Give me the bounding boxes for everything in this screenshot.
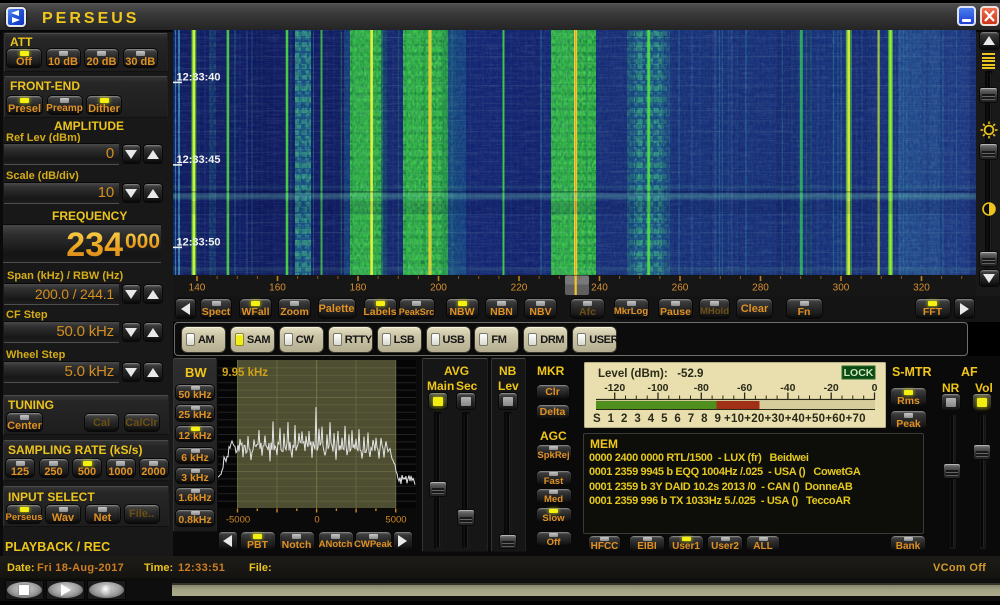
svg-text:320: 320 [913,283,930,294]
svg-text:-5000: -5000 [226,515,250,526]
svg-text:180: 180 [350,283,367,294]
svg-text:5000: 5000 [385,515,406,526]
svg-text:-120: -120 [604,382,625,394]
svg-text:12:33:45: 12:33:45 [177,154,221,166]
svg-text:280: 280 [752,283,769,294]
svg-text:9.95 kHz: 9.95 kHz [222,367,268,379]
svg-text:Level (dBm): -52.9: Level (dBm): -52.9 [598,368,703,380]
svg-text:-60: -60 [737,382,752,394]
svg-text:240: 240 [591,283,608,294]
svg-text:-80: -80 [694,382,709,394]
svg-text:12:33:50: 12:33:50 [177,237,221,249]
svg-text:260: 260 [672,283,689,294]
svg-text:-100: -100 [647,382,668,394]
svg-text:300: 300 [833,283,850,294]
svg-text:140: 140 [189,283,206,294]
svg-text:160: 160 [269,283,286,294]
svg-text:-20: -20 [824,382,839,394]
svg-text:220: 220 [511,283,528,294]
svg-text:LOCK: LOCK [844,367,874,379]
svg-text:0: 0 [314,515,319,526]
svg-text:0: 0 [872,382,878,394]
svg-text:12:33:40: 12:33:40 [177,72,221,84]
svg-text:200: 200 [430,283,447,294]
svg-text:-40: -40 [780,382,795,394]
